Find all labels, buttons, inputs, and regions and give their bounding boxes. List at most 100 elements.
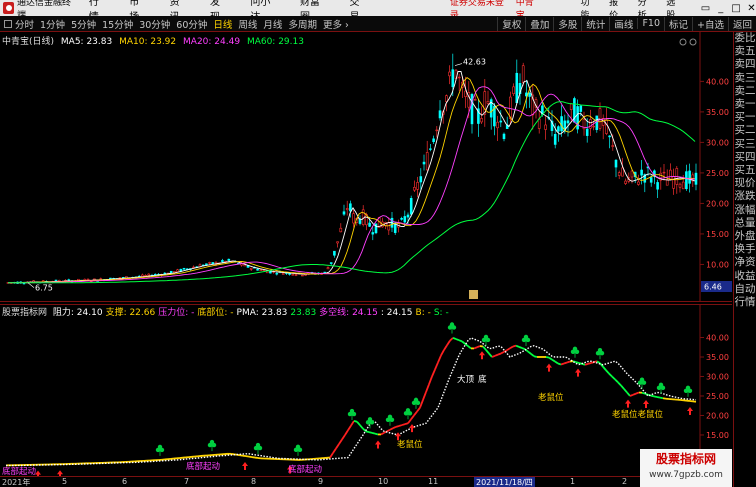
candle-body	[448, 71, 451, 77]
restore-window-icon[interactable]: ▭	[701, 3, 710, 14]
candle-body	[358, 218, 362, 224]
side-panel-item[interactable]: 自动	[734, 283, 756, 296]
sell-signal-icon	[365, 417, 375, 429]
candle-body	[649, 177, 653, 183]
candle-body	[640, 169, 643, 176]
side-panel-item: 卖二	[734, 84, 756, 97]
side-panel-item: 委比	[734, 32, 756, 44]
candle-body	[345, 208, 349, 211]
period-tab[interactable]: 15分钟	[102, 17, 133, 31]
adjust-button[interactable]: 复权	[497, 16, 525, 31]
f10-button[interactable]: F10	[637, 18, 664, 29]
maximize-icon[interactable]: □	[731, 3, 740, 14]
candle-body	[413, 187, 416, 191]
period-tab[interactable]: 1分钟	[40, 17, 65, 31]
minimize-icon[interactable]: _	[716, 3, 725, 14]
sell-signal-icon	[207, 439, 217, 452]
period-tab[interactable]: 30分钟	[139, 17, 170, 31]
candle-body	[211, 262, 215, 265]
candle-body	[656, 182, 659, 190]
stock-period-title: 中青宝(日线)	[2, 37, 55, 47]
watermark-title: 股票指标网	[655, 452, 716, 466]
candle-body	[624, 180, 627, 184]
period-tab[interactable]: 60分钟	[176, 17, 207, 31]
ma60-label: MA60: 29.13	[246, 37, 304, 47]
y-tick-label: 40.00	[706, 333, 729, 342]
candle-body	[595, 115, 599, 130]
signal-annotation: 底部起动	[288, 464, 323, 475]
chart-settings-icon[interactable]	[679, 38, 687, 46]
candle-body	[301, 274, 304, 277]
kline-chart[interactable]: 40.00 35.00 30.00 25.00 20.00 15.00 10.00 42.63…	[0, 32, 732, 302]
buy-signal-icon	[409, 424, 415, 433]
sell-signal-icon	[253, 442, 263, 455]
sell-signal-icon	[447, 322, 457, 334]
candle-body	[499, 120, 503, 123]
back-button[interactable]: 返回	[727, 16, 756, 31]
trend-line	[5, 337, 697, 467]
candle-body	[141, 274, 144, 277]
date-tick: 5	[62, 477, 68, 486]
indicator-value: 23.83	[290, 308, 317, 318]
candle-body	[617, 172, 621, 176]
more-periods[interactable]: 更多 ›	[323, 17, 349, 31]
toolbar-checkbox[interactable]	[4, 19, 12, 28]
draw-line-button[interactable]: 画线	[609, 16, 637, 31]
candle-body	[621, 167, 624, 177]
indicator-value: S: -	[433, 308, 449, 318]
candle-body	[419, 176, 423, 183]
close-icon[interactable]: ✕	[747, 3, 756, 14]
candle-body	[451, 69, 455, 88]
period-tab[interactable]: 分时	[15, 17, 34, 31]
mark-button[interactable]: 标记	[664, 16, 692, 31]
candle-body	[182, 267, 186, 270]
ma20-label: MA20: 24.49	[183, 37, 241, 47]
overlay-button[interactable]: 叠加	[525, 16, 553, 31]
indicator-value: 支撑: 22.66	[105, 308, 156, 318]
sell-signal-icon	[683, 385, 693, 397]
side-panel-item: 买四	[734, 150, 756, 163]
candle-body	[496, 121, 499, 129]
candle-body	[592, 125, 595, 128]
chart-close-icon[interactable]	[689, 38, 697, 46]
candle-body	[569, 103, 573, 110]
period-tab[interactable]: 月线	[263, 17, 282, 31]
period-tab[interactable]: 5分钟	[71, 17, 96, 31]
candle-body	[566, 120, 570, 124]
date-tick: 7	[184, 477, 190, 486]
period-tab[interactable]: 周线	[238, 17, 257, 31]
side-panel-item: 卖四	[734, 58, 756, 71]
buy-signal-icon	[375, 440, 381, 449]
candle-body	[512, 86, 515, 95]
y-tick-label: 25.00	[706, 169, 729, 178]
candle-body	[400, 218, 403, 220]
date-tick: 8	[251, 477, 257, 486]
candle-body	[611, 145, 615, 147]
multi-stock-button[interactable]: 多股	[553, 16, 581, 31]
sell-signal-icon	[385, 414, 395, 426]
indicator-chart[interactable]: 40.0035.0030.0025.0020.0015.0010.00大顶底老鼠…	[0, 304, 732, 476]
candle-body	[681, 181, 685, 190]
candle-body	[694, 172, 698, 185]
buy-signal-icon	[625, 399, 631, 408]
event-marker-icon[interactable]	[469, 290, 478, 299]
indicator-value: 压力位: -	[158, 308, 195, 318]
y-tick-label: 15.00	[706, 431, 729, 440]
candle-body	[304, 274, 307, 276]
date-axis: 2021年 5 6 7 8 9 10 11 2021/11/18/四 1 2	[0, 476, 732, 487]
signal-annotation: 老鼠位	[397, 439, 423, 450]
candle-body	[425, 152, 429, 171]
candle-body	[176, 269, 179, 273]
date-tick: 6	[122, 477, 128, 486]
candle-body	[342, 211, 346, 215]
side-panel-item[interactable]: 行情	[734, 296, 756, 309]
statistics-button[interactable]: 统计	[581, 16, 609, 31]
candle-body	[662, 171, 666, 174]
add-watchlist-button[interactable]: +自选	[692, 16, 728, 31]
period-tab[interactable]: 多周期	[288, 17, 317, 31]
indicator-legend: 股票指标网 阻力: 24.10 支撑: 22.66 压力位: - 底部位: - PMA:…	[2, 305, 455, 318]
buy-signal-icon	[687, 407, 693, 416]
candle-body	[630, 170, 634, 178]
candle-body	[480, 118, 483, 123]
period-tab-daily[interactable]: 日线	[213, 17, 232, 31]
